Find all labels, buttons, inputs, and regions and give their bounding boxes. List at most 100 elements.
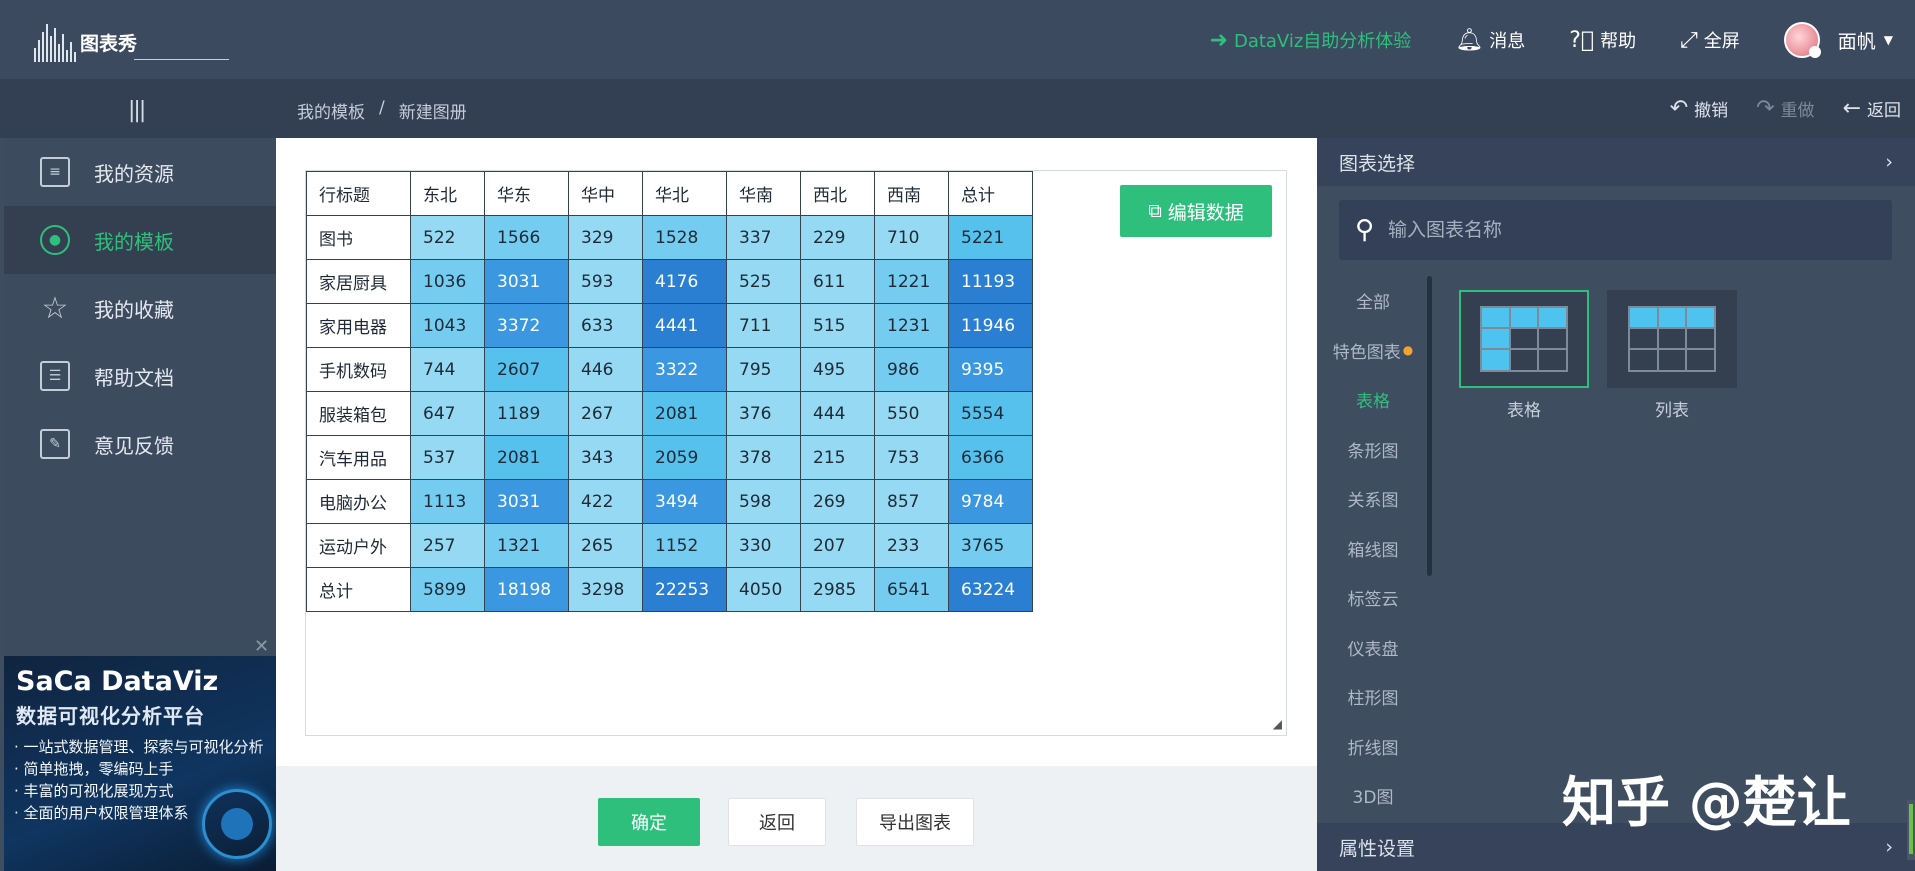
table-cell: 5554 [948,391,1033,436]
table-cell: 446 [568,347,643,392]
table-cell: 329 [568,215,643,260]
caret-down-icon: ▼ [1883,33,1893,47]
fire-icon: ● [1402,343,1414,358]
table-cell: 22253 [642,567,727,612]
category-label: 条形图 [1347,441,1399,462]
category-scrollbar[interactable] [1427,276,1432,576]
category-item[interactable]: 条形图 [1317,425,1429,475]
table-row: 图书 522 1566 329 1528 337 229 710 5221 [306,215,1033,260]
table-cell: 376 [726,391,801,436]
table-cell: 550 [874,391,949,436]
table-preview: 行标题 东北 华东 华中 华北 华南 西北 西南 总计 图书 522 1566 329 1528 337 22… [305,170,1287,736]
table-cell: 4176 [642,259,727,304]
undo-icon: ↶ [1669,96,1689,121]
sidebar-item-label: 我的收藏 [94,297,174,322]
back-button[interactable]: ← 返回 [1843,96,1901,121]
table-row: 手机数码 744 2607 446 3322 795 495 986 9395 [306,347,1033,392]
table-cell: 611 [800,259,875,304]
table-cell: 257 [410,523,485,568]
table-cell: 515 [800,303,875,348]
table-cell: 711 [726,303,801,348]
user-menu[interactable]: 面帆 ▼ [1838,27,1893,54]
app-logo[interactable]: 图表秀 [34,16,229,62]
sub-bar: ||| 我的模板 / 新建图册 ↶ 撤销 ↷ 重做 ← 返回 [0,80,1915,138]
confirm-button[interactable]: 确定 [598,798,700,846]
table-cell: 795 [726,347,801,392]
edit-data-button[interactable]: ⧉ 编辑数据 [1120,185,1272,237]
sidebar-item-templates[interactable]: ● 我的模板 [4,206,276,274]
editor-actions: 确定 返回 导出图表 [598,798,974,846]
page-scrollbar[interactable] [1907,800,1915,860]
chart-select-header[interactable]: 图表选择 › [1317,138,1915,186]
promo-banner[interactable]: SaCa DataViz 数据可视化分析平台 一站式数据管理、探索与可视化分析 … [4,656,276,871]
editor-panel: 行标题 东北 华东 华中 华北 华南 西北 西南 总计 图书 522 1566 329 1528 337 22… [276,138,1317,766]
redo-icon: ↷ [1756,96,1775,121]
table-cell: 1231 [874,303,949,348]
table-cell: 229 [800,215,875,260]
doc-list-icon: ☰ [40,361,70,391]
menu-toggle-icon[interactable]: ||| [128,98,146,123]
table-header-cell: 西北 [800,171,875,216]
username: 面帆 [1837,30,1876,53]
dataviz-link[interactable]: ➜ DataViz自助分析体验 [1210,27,1412,53]
category-label: 表格 [1356,392,1390,413]
return-button[interactable]: 返回 [728,798,826,846]
category-item[interactable]: 箱线图 [1317,524,1429,574]
sidebar-item-resources[interactable]: ≡ 我的资源 [4,138,276,206]
table-cell: 1036 [410,259,485,304]
category-item[interactable]: 仪表盘 [1317,623,1429,673]
table-cell: 495 [800,347,875,392]
category-item[interactable]: 全部 [1317,276,1429,326]
table-cell: 3031 [484,259,569,304]
chart-type-label: 列表 [1655,401,1689,421]
category-item[interactable]: 关系图 [1317,474,1429,524]
category-item[interactable]: 柱形图 [1317,672,1429,722]
top-nav: ➜ DataViz自助分析体验 🔔︎ 消息 ?⃝ 帮助 ⤢ 全屏 面帆 ▼ [1210,0,1915,80]
category-label: 箱线图 [1347,540,1399,561]
resize-handle-icon[interactable]: ◢ [1273,717,1282,731]
category-item[interactable]: 表格 [1317,375,1429,425]
chart-type-list-view[interactable]: 列表 [1607,290,1737,421]
avatar[interactable] [1783,22,1821,58]
watermark: 知乎 @楚让 [1562,771,1851,834]
fullscreen-button[interactable]: ⤢ 全屏 [1680,27,1740,53]
arrow-circle-icon: ➜ [1209,27,1228,53]
category-label: 特色图表 [1332,342,1401,363]
table-header-cell: 华东 [484,171,569,216]
sidebar-item-label: 意见反馈 [94,433,174,458]
category-item[interactable]: 3D图 [1317,771,1429,821]
chart-type-table[interactable]: 表格 [1459,290,1589,421]
undo-button[interactable]: ↶ 撤销 [1670,96,1728,121]
category-item[interactable]: 特色图表 ● [1317,326,1429,376]
table-row: 家用电器 1043 3372 633 4441 711 515 1231 11946 [306,303,1033,348]
redo-button[interactable]: ↷ 重做 [1756,96,1814,121]
table-row: 家居厨具 1036 3031 593 4176 525 611 1221 11193 [306,259,1033,304]
category-item[interactable]: 标签云 [1317,573,1429,623]
search-input[interactable] [1388,219,1869,241]
table-cell: 2081 [484,435,569,480]
table-header-cell: 东北 [410,171,485,216]
table-cell: 857 [874,479,949,524]
table-row: 运动户外 257 1321 265 1152 330 207 233 3765 [306,523,1033,568]
promo-close-icon[interactable]: ✕ [254,636,269,657]
table-cell: 2081 [642,391,727,436]
table-cell: 1189 [484,391,569,436]
category-list: 全部 特色图表 ● 表格 条形图 关系图 箱线图 标签云 仪表盘 柱形图 折线图 3D图 [1317,276,1429,821]
sidebar-item-feedback[interactable]: ✎ 意见反馈 [4,410,276,478]
logo-text: 图表秀 [80,33,138,55]
sidebar-item-help-docs[interactable]: ☰ 帮助文档 [4,342,276,410]
category-item[interactable]: 折线图 [1317,722,1429,772]
help-button[interactable]: ?⃝ 帮助 [1569,27,1636,53]
star-icon: ☆ [41,290,69,326]
document-icon: ≡ [40,157,70,187]
fullscreen-label: 全屏 [1703,31,1740,52]
table-cell: 207 [800,523,875,568]
sidebar-item-favorites[interactable]: ☆ 我的收藏 [4,274,276,342]
chart-type-label: 表格 [1507,401,1541,421]
messages-button[interactable]: 🔔︎ 消息 [1455,27,1525,53]
export-chart-button[interactable]: 导出图表 [856,798,974,846]
redo-label: 重做 [1780,101,1815,121]
breadcrumb-my-templates[interactable]: 我的模板 [297,98,365,123]
table-cell: 593 [568,259,643,304]
logo-bars-icon [34,22,76,62]
